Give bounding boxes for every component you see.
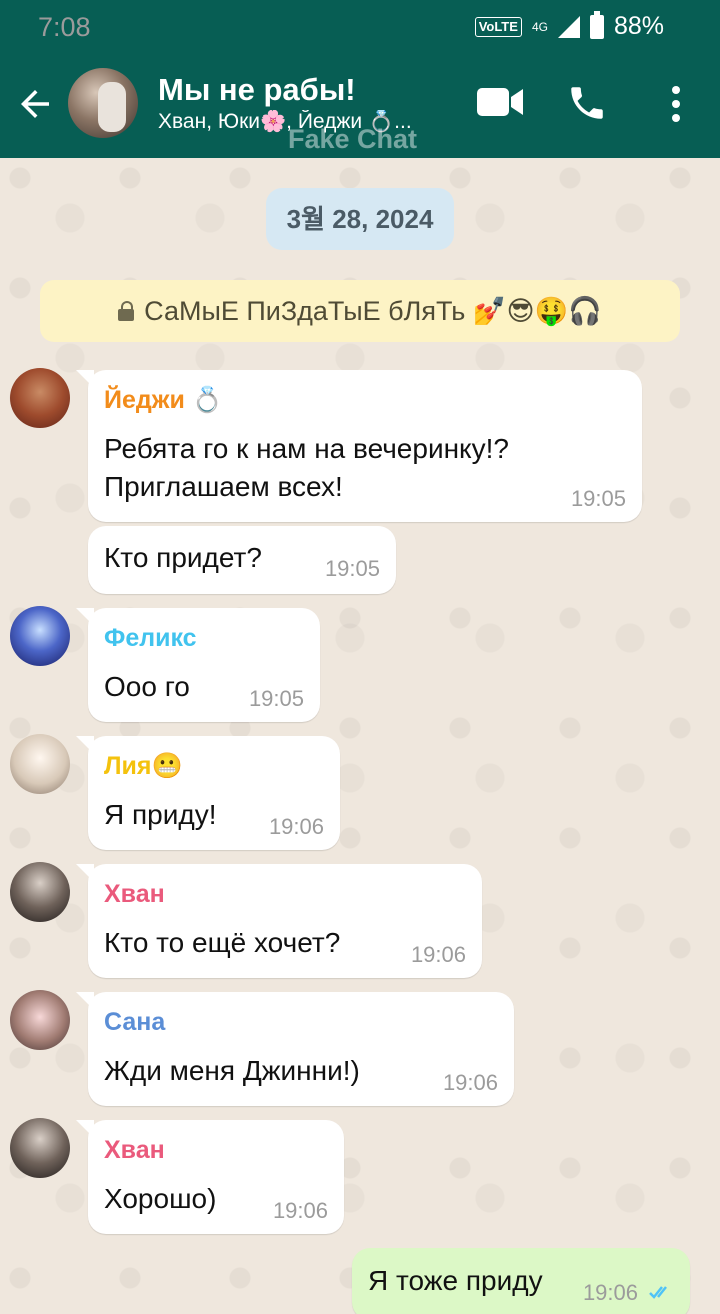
- sender-name: Сана: [104, 1008, 166, 1036]
- lock-icon: [118, 301, 135, 321]
- status-time: 7:08: [38, 12, 91, 42]
- message-text: Я тоже приду: [368, 1265, 543, 1296]
- network-gen: 4G: [531, 19, 548, 34]
- avatar-sana[interactable]: [10, 990, 70, 1050]
- pinned-banner[interactable]: СаМыЕ ПиЗдаТыЕ бЛяТь 💅😎🤑🎧: [40, 280, 680, 342]
- battery-icon: [589, 10, 604, 39]
- avatar-felix[interactable]: [10, 606, 70, 666]
- message-time: 19:05: [324, 556, 380, 581]
- message-bubble[interactable]: Хван Хорошо) 19:06: [76, 1120, 344, 1234]
- phone-icon[interactable]: [566, 82, 608, 124]
- message-text: Я приду!: [104, 799, 217, 830]
- video-call-icon[interactable]: [476, 84, 524, 120]
- chat-header: Мы не рабы! Хван, Юки🌸, Йеджи 💍... Fake …: [0, 56, 720, 158]
- message-time: 19:06: [268, 814, 324, 839]
- outgoing-message-bubble[interactable]: Я тоже приду 19:06: [352, 1248, 690, 1314]
- battery-percent: 88%: [613, 12, 664, 40]
- message-bubble[interactable]: Феликс Ооо го 19:05: [76, 608, 320, 722]
- sender-name: Хван: [104, 880, 165, 908]
- avatar-hwan[interactable]: [10, 862, 70, 922]
- message-text: Кто придет?: [104, 542, 262, 573]
- message-text: Кто то ещё хочет?: [104, 927, 341, 958]
- message-text: Жди меня Джинни!): [104, 1055, 360, 1086]
- message-bubble[interactable]: Лия😬 Я приду! 19:06: [76, 736, 340, 850]
- arrow-left-icon[interactable]: [14, 83, 56, 125]
- message-time: 19:06: [272, 1198, 328, 1223]
- sender-name: Йеджи 💍: [104, 386, 223, 414]
- more-vert-icon[interactable]: [662, 84, 690, 124]
- message-text: Ребята го к нам на вечеринку!? Приглашае…: [104, 433, 509, 502]
- double-check-icon: [649, 1286, 667, 1299]
- message-time: 19:06: [442, 1070, 498, 1095]
- message-bubble[interactable]: Кто придет? 19:05: [88, 526, 396, 594]
- status-bar: 7:08 VoLTE 4G 88%: [0, 0, 720, 56]
- message-time: 19:05: [248, 686, 304, 711]
- message-time: 19:06: [410, 942, 466, 967]
- chat-background: 3월 28, 2024 СаМыЕ ПиЗдаТыЕ бЛяТь 💅😎🤑🎧 Йе…: [0, 158, 720, 1314]
- message-bubble[interactable]: Хван Кто то ещё хочет? 19:06: [76, 864, 482, 978]
- sender-name: Лия😬: [104, 752, 183, 780]
- pinned-banner-text: СаМыЕ ПиЗдаТыЕ бЛяТь 💅😎🤑🎧: [144, 296, 602, 326]
- avatar-yeji[interactable]: [10, 368, 70, 428]
- chat-screen: 7:08 VoLTE 4G 88% Мы не рабы! Хван, Юки🌸…: [0, 0, 720, 1314]
- date-chip: 3월 28, 2024: [266, 188, 454, 250]
- chat-title[interactable]: Мы не рабы!: [158, 72, 356, 108]
- status-icons: VoLTE 4G 88%: [474, 10, 664, 41]
- signal-icon: [557, 15, 580, 38]
- message-bubble[interactable]: Йеджи 💍 Ребята го к нам на вечеринку!? П…: [76, 370, 642, 522]
- message-bubble[interactable]: Сана Жди меня Джинни!) 19:06: [76, 992, 514, 1106]
- group-avatar[interactable]: [68, 68, 138, 138]
- avatar-lia[interactable]: [10, 734, 70, 794]
- avatar-hwan[interactable]: [10, 1118, 70, 1178]
- message-text: Ооо го: [104, 671, 190, 702]
- message-text: Хорошо): [104, 1183, 217, 1214]
- message-time: 19:06: [582, 1280, 638, 1305]
- sender-name: Хван: [104, 1136, 165, 1164]
- volte-badge: VoLTE: [474, 16, 522, 37]
- message-time: 19:05: [570, 486, 626, 511]
- watermark: Fake Chat: [288, 124, 418, 154]
- sender-name: Феликс: [104, 624, 197, 652]
